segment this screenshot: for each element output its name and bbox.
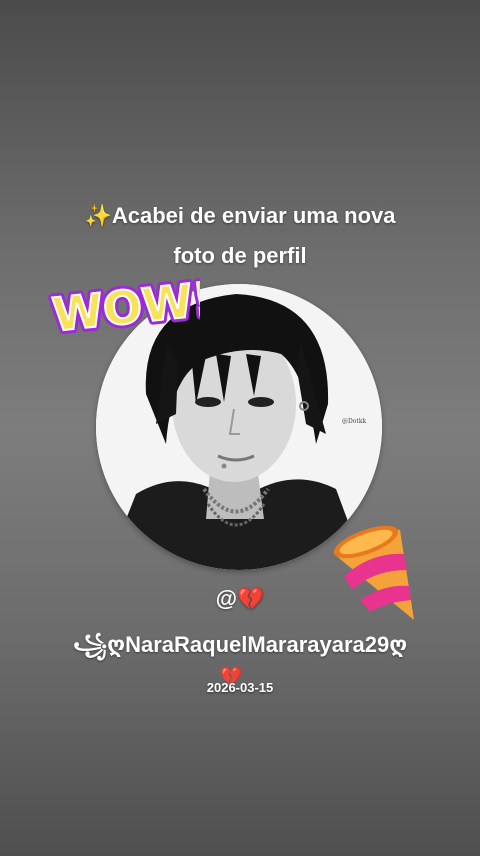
wow-sticker: WOW! WOW! [46, 267, 200, 346]
mention-handle: @💔 [215, 586, 265, 611]
story-headline: ✨Acabei de enviar uma nova foto de perfi… [40, 196, 440, 276]
photo-watermark: @Dotkk [342, 418, 367, 425]
wow-sticker-text: WOW! [50, 271, 200, 342]
headline-line-1: ✨Acabei de enviar uma nova [84, 203, 396, 228]
post-date: 2026-03-15 [206, 680, 274, 695]
